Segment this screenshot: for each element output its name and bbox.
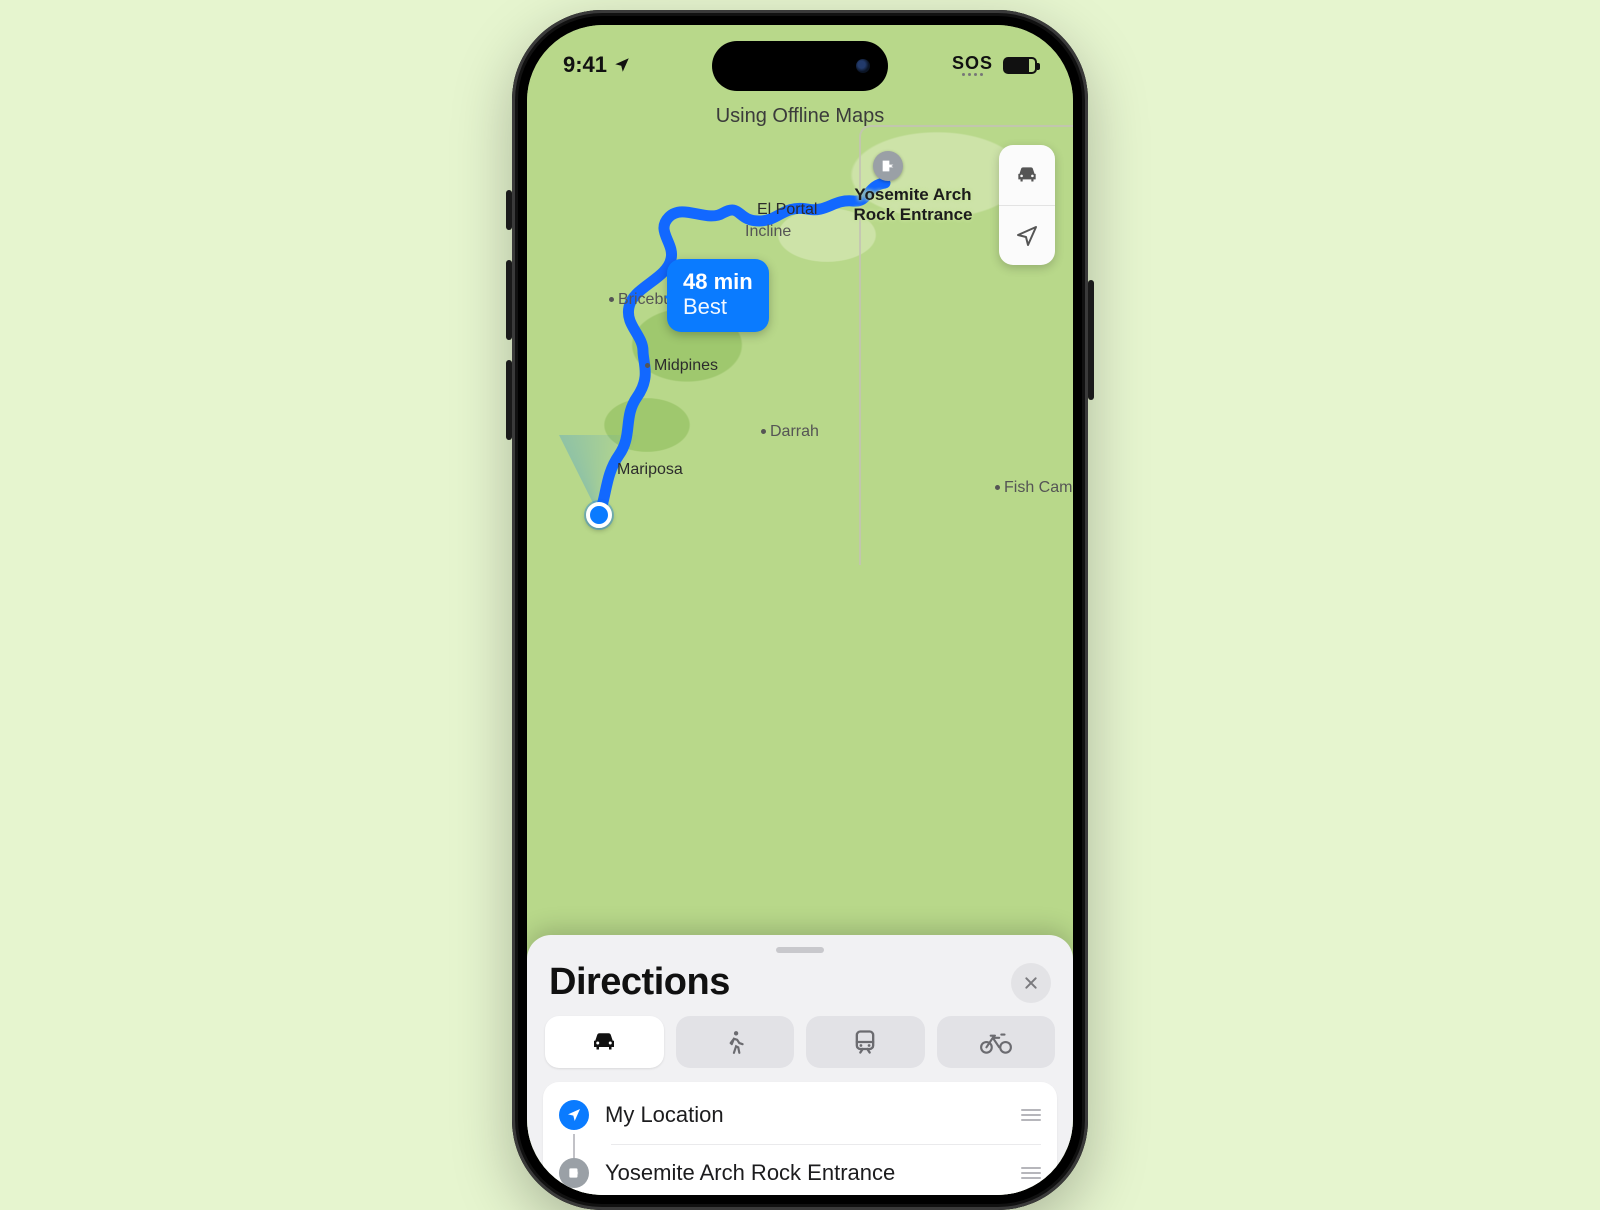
sos-text: SOS xyxy=(952,54,993,72)
map-label-darrah: Darrah xyxy=(761,423,819,441)
map-label-el-portal: El Portal xyxy=(757,201,817,219)
status-left: 9:41 xyxy=(563,52,631,78)
map-label-midpines: Midpines xyxy=(645,357,718,375)
route-tag: Best xyxy=(683,294,753,319)
route-stops-card: My Location Yosemite Arch Rock Entrance xyxy=(543,1082,1057,1195)
offline-banner: Using Offline Maps xyxy=(527,105,1073,128)
destination-pin-icon[interactable] xyxy=(873,151,903,181)
sos-indicator: SOS xyxy=(952,54,993,76)
bicycle-icon xyxy=(979,1028,1013,1056)
sheet-grabber[interactable] xyxy=(776,947,824,953)
status-time: 9:41 xyxy=(563,52,607,78)
car-icon xyxy=(1014,162,1040,188)
location-arrow-icon xyxy=(613,56,631,74)
car-icon xyxy=(589,1027,619,1057)
transport-mode-row xyxy=(543,1010,1057,1082)
my-location-icon xyxy=(559,1100,589,1130)
map-label-incline: Incline xyxy=(745,223,791,241)
mode-transit-button[interactable] xyxy=(806,1016,925,1068)
map-label-mariposa: Mariposa xyxy=(617,461,683,479)
iphone-frame: 9:41 SOS Using Offline Maps El Port xyxy=(512,10,1088,1210)
current-location-dot xyxy=(586,502,612,528)
close-icon xyxy=(1023,975,1039,991)
stop-label: Yosemite Arch Rock Entrance xyxy=(605,1160,1005,1186)
battery-icon xyxy=(1003,57,1037,74)
route-summary-bubble[interactable]: 48 min Best xyxy=(667,259,769,332)
route-time: 48 min xyxy=(683,269,753,294)
status-right: SOS xyxy=(952,54,1037,76)
map-label-fish-camp: Fish Camp xyxy=(995,479,1073,497)
walk-icon xyxy=(722,1027,748,1057)
directions-sheet[interactable]: Directions xyxy=(527,935,1073,1195)
phone-side-button xyxy=(1088,280,1094,400)
phone-side-button xyxy=(506,360,512,440)
destination-icon xyxy=(559,1158,589,1188)
map-controls xyxy=(999,145,1055,265)
recenter-button[interactable] xyxy=(999,205,1055,265)
mode-cycle-button[interactable] xyxy=(937,1016,1056,1068)
destination-label: Yosemite Arch Rock Entrance xyxy=(833,185,993,224)
phone-screen: 9:41 SOS Using Offline Maps El Port xyxy=(527,25,1073,1195)
stop-row-destination[interactable]: Yosemite Arch Rock Entrance xyxy=(543,1144,1057,1195)
mode-drive-button[interactable] xyxy=(545,1016,664,1068)
location-arrow-icon xyxy=(1015,224,1039,248)
close-button[interactable] xyxy=(1011,963,1051,1003)
reorder-handle-icon[interactable] xyxy=(1021,1167,1041,1179)
stop-row-origin[interactable]: My Location xyxy=(543,1086,1057,1144)
dynamic-island xyxy=(712,41,888,91)
phone-side-button xyxy=(506,190,512,230)
map-mode-button[interactable] xyxy=(999,145,1055,205)
stop-label: My Location xyxy=(605,1102,1005,1128)
reorder-handle-icon[interactable] xyxy=(1021,1109,1041,1121)
transit-icon xyxy=(851,1028,879,1056)
sheet-title: Directions xyxy=(549,961,730,1004)
mode-walk-button[interactable] xyxy=(676,1016,795,1068)
phone-side-button xyxy=(506,260,512,340)
